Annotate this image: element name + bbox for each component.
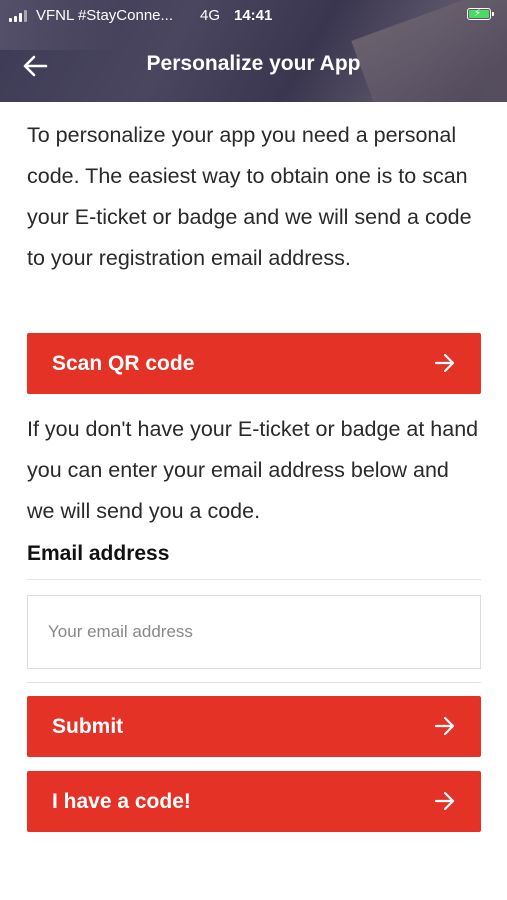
- scan-qr-button-label: Scan QR code: [52, 351, 195, 375]
- page-title: Personalize your App: [146, 52, 361, 75]
- signal-icon: [9, 10, 27, 22]
- header-bar: VFNL #StayConne... 4G 14:41 ⚡ Personaliz…: [0, 0, 507, 102]
- network-type: 4G: [200, 7, 221, 24]
- divider: [27, 682, 481, 683]
- arrow-right-icon: [434, 353, 455, 373]
- clock: 14:41: [234, 7, 273, 24]
- intro-text: To personalize your app you need a perso…: [27, 123, 472, 270]
- arrow-right-icon: [434, 716, 455, 736]
- carrier-name: VFNL #StayConne...: [36, 7, 174, 24]
- scan-qr-button[interactable]: Scan QR code: [27, 333, 481, 394]
- submit-button[interactable]: Submit: [27, 696, 481, 757]
- status-bar: VFNL #StayConne... 4G 14:41 ⚡: [0, 0, 507, 34]
- have-code-button[interactable]: I have a code!: [27, 771, 481, 832]
- email-field[interactable]: [27, 595, 481, 669]
- divider: [27, 579, 481, 580]
- submit-button-label: Submit: [52, 714, 124, 738]
- battery-icon: ⚡: [467, 8, 494, 20]
- alt-instructions-text: If you don't have your E-ticket or badge…: [27, 417, 479, 523]
- arrow-right-icon: [434, 791, 455, 811]
- have-code-button-label: I have a code!: [52, 789, 191, 813]
- email-field-label: Email address: [27, 542, 170, 565]
